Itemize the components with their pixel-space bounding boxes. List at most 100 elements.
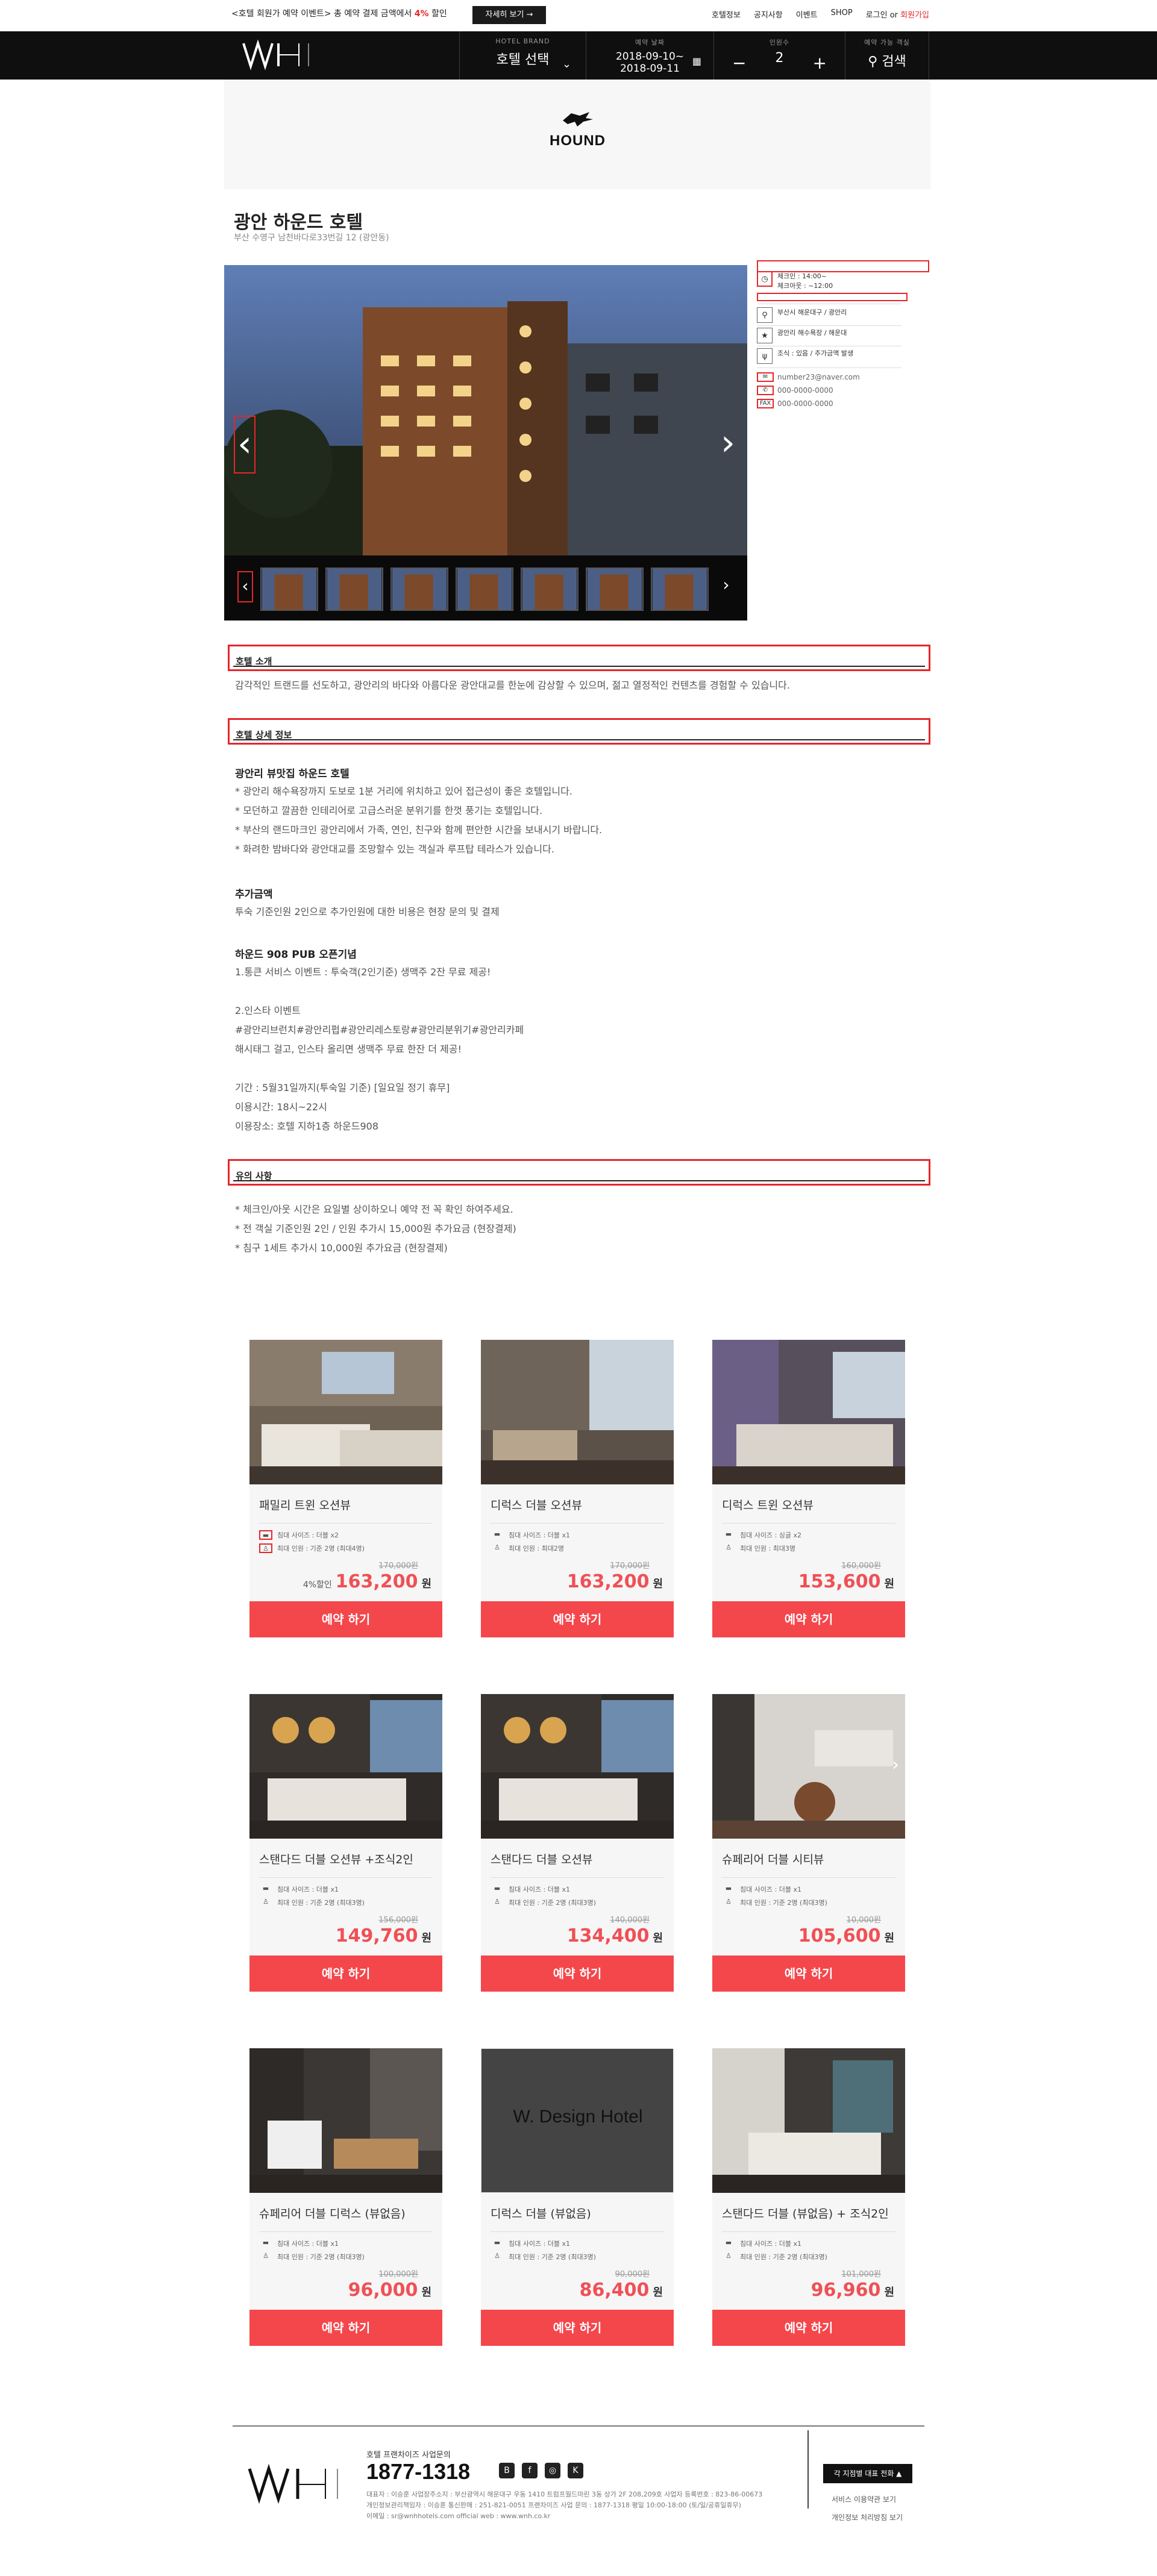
- original-price: 100,000원: [378, 2270, 418, 2279]
- footer-phone: 1877-1318: [366, 2459, 471, 2484]
- breakfast-text: 조식 : 있음 / 추가금액 발생: [777, 349, 854, 357]
- thumbnail[interactable]: [260, 567, 318, 611]
- privacy-link[interactable]: 개인정보 처리방침 보기: [832, 2512, 903, 2522]
- thumbnail[interactable]: [521, 567, 578, 611]
- thumbnail[interactable]: [651, 567, 709, 611]
- divider: [259, 1877, 433, 1878]
- room-photo[interactable]: [481, 1340, 674, 1484]
- room-info: 슈페리어 더블 시티뷰 ▬ 침대 사이즈 : 더블 x1 ♙ 최대 인원 : 기준 2명…: [712, 1839, 905, 1955]
- kakao-icon[interactable]: K: [568, 2463, 583, 2478]
- room-name: 디럭스 더블 (뷰없음): [491, 2207, 591, 2221]
- chevron-right-icon[interactable]: ›: [892, 1754, 899, 1775]
- gallery-prev-arrow[interactable]: ‹: [234, 416, 256, 474]
- link-event[interactable]: 이벤트: [796, 8, 818, 20]
- room-photo[interactable]: W. Design Hotel: [481, 2048, 674, 2193]
- brand-label: HOTEL BRAND: [495, 37, 550, 45]
- calendar-icon[interactable]: ▦: [692, 55, 701, 67]
- detail-line: * 모던하고 깔끔한 인테리어로 고급스러운 분위기를 한껏 풍기는 호텔입니다…: [235, 805, 543, 816]
- currency-unit: 원: [653, 1932, 663, 1945]
- thumbnail[interactable]: [456, 567, 513, 611]
- sale-price: 86,400: [579, 2280, 650, 2301]
- blog-icon[interactable]: B: [499, 2463, 515, 2478]
- link-hotel-info[interactable]: 호텔정보: [712, 8, 741, 20]
- person-icon: ♙: [259, 1543, 272, 1553]
- thumbnail[interactable]: [390, 567, 448, 611]
- wnh-logo[interactable]: [241, 36, 313, 76]
- footer-vertical-divider: [807, 2430, 809, 2509]
- map-pin-icon: ⚲: [757, 307, 773, 323]
- room-photo[interactable]: [481, 1694, 674, 1839]
- checkin-text: 체크인 : 14:00~: [777, 272, 827, 280]
- gallery-next-arrow[interactable]: ›: [717, 416, 739, 474]
- search-button[interactable]: 예약 가능 객실 ⚲ 검색: [845, 31, 929, 80]
- original-price: 170,000원: [610, 1562, 650, 1571]
- room-photo[interactable]: [712, 1340, 905, 1484]
- plus-icon[interactable]: +: [813, 53, 827, 73]
- detail-line: [235, 982, 524, 1001]
- checkin-info: ◷ 체크인 : 14:00~ 체크아웃 : ~12:00: [757, 271, 901, 291]
- bed-size-text: 침대 사이즈 : 더블 x1: [740, 2240, 802, 2248]
- sale-price: 105,600: [798, 1925, 881, 1946]
- login-label[interactable]: 로그인 or: [866, 11, 898, 20]
- book-button[interactable]: 예약 하기: [249, 2310, 442, 2346]
- date-picker[interactable]: 예약 날짜 2018-09-10~ 2018-09-11 ▦: [586, 31, 713, 80]
- phone-contact: ✆ 000-0000-0000: [757, 386, 833, 395]
- notice-line: * 전 객실 기준인원 2인 / 인원 추가시 15,000원 추가요금 (현장…: [235, 1223, 516, 1234]
- minus-icon[interactable]: −: [732, 53, 746, 73]
- detail-line: #광안리브런치#광안리펍#광안리레스토랑#광안리분위기#광안리카페: [235, 1024, 524, 1036]
- terms-link[interactable]: 서비스 이용약관 보기: [832, 2494, 896, 2504]
- book-button[interactable]: 예약 하기: [712, 1601, 905, 1637]
- detail-list: * 광안리 해수욕장까지 도보로 1분 거리에 위치하고 있어 접근성이 좋은 …: [235, 782, 602, 859]
- link-shop[interactable]: SHOP: [831, 8, 853, 20]
- thumbnail[interactable]: [325, 567, 383, 611]
- room-card: 슈페리어 더블 디럭스 (뷰없음) ▬ 침대 사이즈 : 더블 x1 ♙ 최대 인원 :…: [249, 2048, 442, 2346]
- divider: [722, 2231, 895, 2232]
- section-notice-header: 유의 사항: [228, 1159, 930, 1186]
- branch-phone-button[interactable]: 각 지점별 대표 전화 ▲: [823, 2464, 912, 2483]
- capacity: ♙ 최대 인원 : 기준 2명 (최대3명): [722, 1898, 827, 1907]
- thumbnail[interactable]: [586, 567, 644, 611]
- person-icon: ♙: [726, 1543, 732, 1551]
- link-login[interactable]: 로그인 or 회원가입: [866, 8, 929, 20]
- room-photo[interactable]: [249, 1694, 442, 1839]
- book-button[interactable]: 예약 하기: [249, 1955, 442, 1992]
- link-notice[interactable]: 공지사항: [754, 8, 783, 20]
- room-photo[interactable]: ›: [712, 1694, 905, 1839]
- thumbnail-prev-arrow[interactable]: ‹: [237, 571, 253, 602]
- book-button[interactable]: 예약 하기: [481, 2310, 674, 2346]
- search-value[interactable]: ⚲ 검색: [845, 51, 929, 70]
- book-button[interactable]: 예약 하기: [481, 1601, 674, 1637]
- people-stepper[interactable]: 인원수 2 − +: [713, 31, 845, 80]
- email-text[interactable]: number23@naver.com: [777, 373, 860, 381]
- link-signup[interactable]: 회원가입: [900, 11, 929, 20]
- room-photo[interactable]: [249, 1340, 442, 1484]
- promo-detail-button[interactable]: 자세히 보기 →: [472, 6, 546, 24]
- room-photo[interactable]: [249, 2048, 442, 2193]
- book-button[interactable]: 예약 하기: [712, 1955, 905, 1992]
- instagram-icon[interactable]: ◎: [545, 2463, 560, 2478]
- event-list: 1.통큰 서비스 이벤트 : 투숙객(2인기준) 생맥주 2잔 무료 제공! 2…: [235, 963, 524, 1136]
- book-button[interactable]: 예약 하기: [249, 1601, 442, 1637]
- room-card: 스탠다드 더블 오션뷰 +조식2인 ▬ 침대 사이즈 : 더블 x1 ♙ 최대 인원 :…: [249, 1694, 442, 1992]
- room-photo[interactable]: [712, 2048, 905, 2193]
- book-button[interactable]: 예약 하기: [481, 1955, 674, 1992]
- footer-info-line: 이메일 : sr@wnhhotels.com official web : ww…: [366, 2512, 551, 2520]
- room-name: 슈페리어 더블 디럭스 (뷰없음): [259, 2207, 406, 2221]
- price-row: 86,400 원: [576, 2280, 663, 2301]
- capacity-text: 최대 인원 : 기준 2명 (최대3명): [277, 1899, 365, 1907]
- fax-contact: FAX 000-0000-0000: [757, 399, 833, 408]
- promo-suffix: 할인: [428, 9, 447, 19]
- person-icon: ♙: [726, 1898, 732, 1905]
- capacity-text: 최대 인원 : 기준 2명 (최대3명): [277, 2253, 365, 2261]
- hotel-brand-select[interactable]: HOTEL BRAND 호텔 선택 ⌄: [459, 31, 586, 80]
- discount-badge: 4%할인: [303, 1580, 332, 1590]
- detail-subtitle: 광안리 뷰맛집 하운드 호텔: [235, 768, 350, 780]
- original-price: 140,000원: [610, 1916, 650, 1925]
- promo-percent: 4%: [414, 9, 429, 19]
- room-name: 스탠다드 더블 (뷰없음) + 조식2인: [722, 2207, 889, 2221]
- chevron-down-icon[interactable]: ⌄: [562, 58, 571, 70]
- facebook-icon[interactable]: f: [522, 2463, 538, 2478]
- book-button[interactable]: 예약 하기: [712, 2310, 905, 2346]
- sns-links: B f ◎ K: [499, 2463, 583, 2478]
- thumbnail-next-arrow[interactable]: ›: [718, 571, 734, 602]
